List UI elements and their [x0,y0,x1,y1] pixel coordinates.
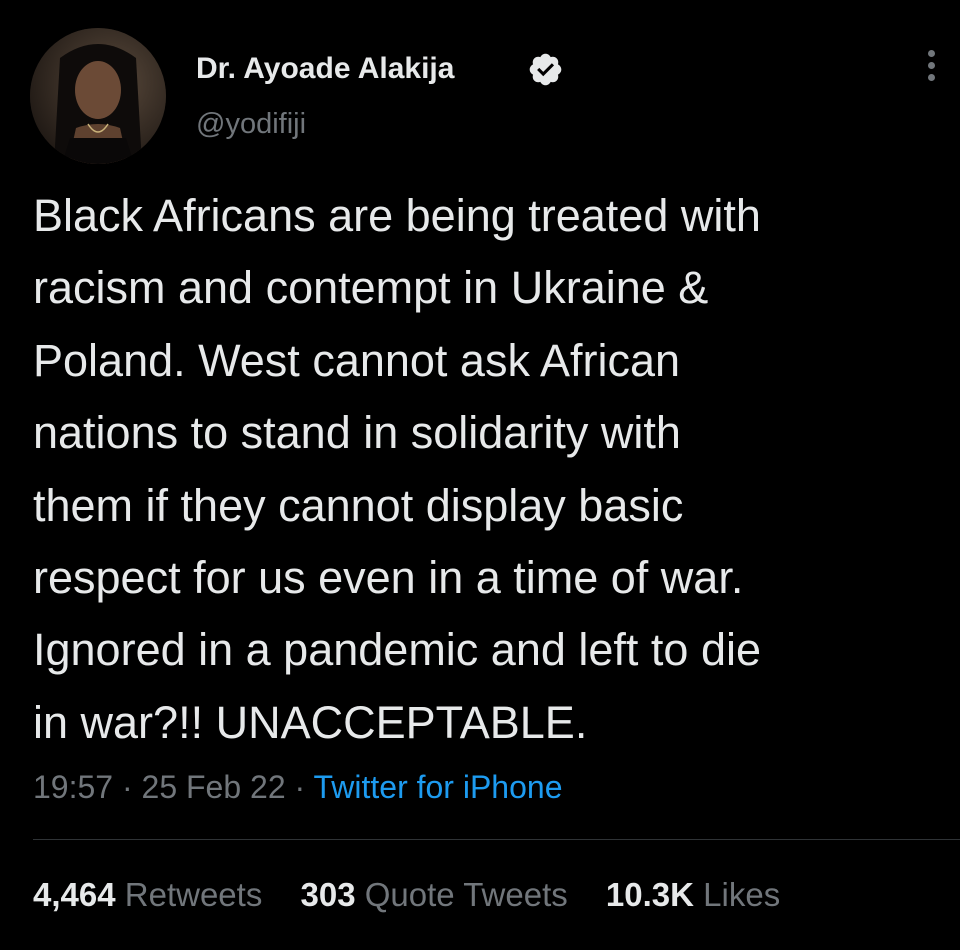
tweet-line: nations to stand in solidarity with [33,407,681,459]
author-display-name[interactable]: Dr. Ayoade Alakija [196,50,454,88]
more-dot [927,74,935,81]
meta-separator: · [294,769,306,805]
meta-separator: · [121,769,133,805]
quote-tweets-stat[interactable]: 303 Quote Tweets [301,874,568,916]
more-options-icon[interactable] [916,50,946,86]
avatar[interactable] [30,28,166,164]
likes-label: Likes [703,876,781,913]
tweet-line: Ignored in a pandemic and left to die [33,624,761,676]
tweet-time[interactable]: 19:57 [33,769,113,805]
quote-tweets-count: 303 [300,876,356,913]
tweet-line: them if they cannot display basic [33,479,684,531]
tweet-date[interactable]: 25 Feb 22 [142,769,286,805]
tweet-line: respect for us even in a time of war. [33,552,744,604]
tweet-line: racism and contempt in Ukraine & [33,262,709,314]
tweet-line: Black Africans are being treated with [33,190,761,241]
verified-badge-icon [529,53,562,86]
likes-stat[interactable]: 10.3K Likes [606,874,780,916]
divider [33,839,960,840]
tweet-line: in war?!! UNACCEPTABLE. [33,696,588,748]
tweet-line: Poland. West cannot ask African [33,334,681,386]
more-dot [927,62,935,69]
likes-count: 10.3K [605,876,694,913]
tweet-text: Black Africans are being treated with ra… [33,180,943,759]
retweets-label: Retweets [124,876,263,913]
avatar-photo [30,28,166,164]
retweets-count: 4,464 [33,876,116,913]
engagement-stats: 4,464 Retweets 303 Quote Tweets 10.3K Li… [33,874,809,916]
tweet-metadata: 19:57 · 25 Feb 22 · Twitter for iPhone [33,766,562,808]
quote-tweets-label: Quote Tweets [364,876,568,913]
more-dot [927,50,935,57]
retweets-stat[interactable]: 4,464 Retweets [33,874,262,916]
author-handle[interactable]: @yodifiji [196,106,306,142]
tweet-source-link[interactable]: Twitter for iPhone [313,769,562,805]
